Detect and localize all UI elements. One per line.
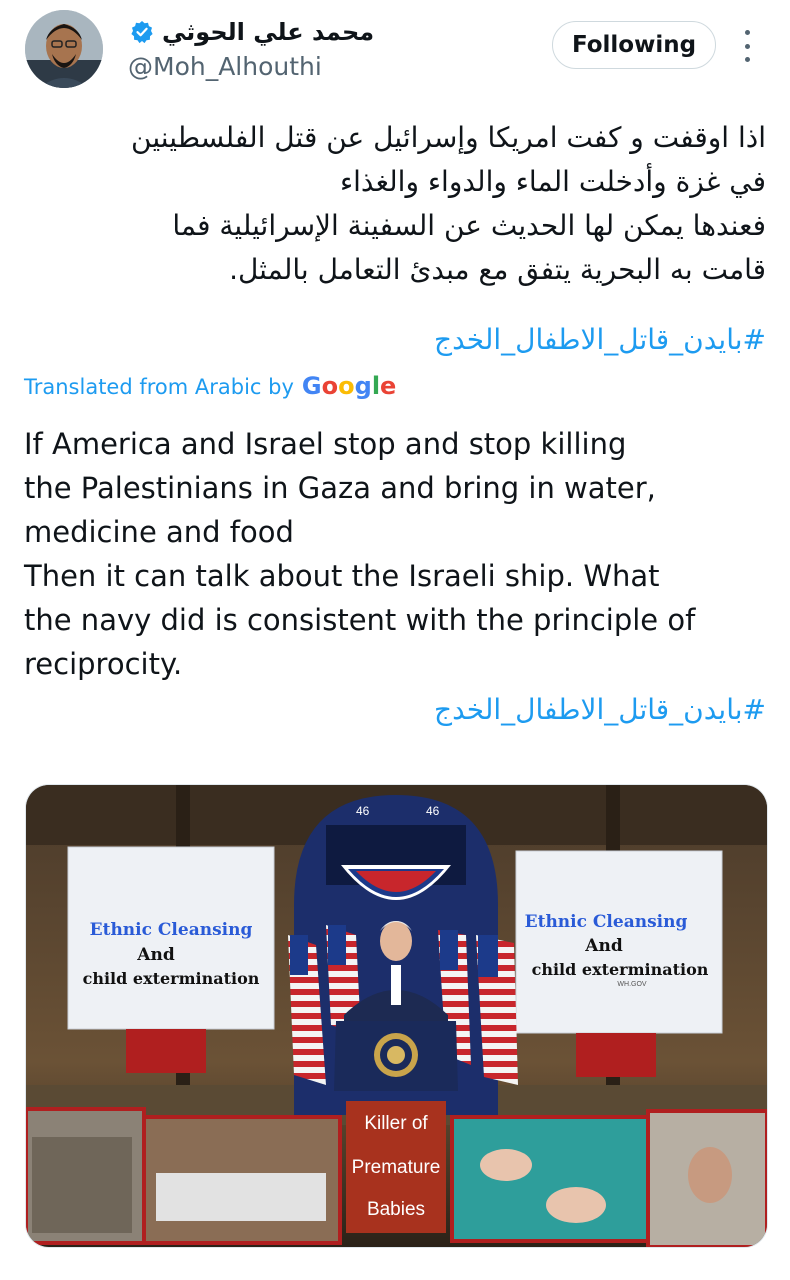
author-handle[interactable]: @Moh_Alhouthi	[128, 52, 322, 81]
english-hashtag-link[interactable]: #بايدن_قاتل_الاطفال_الخدج	[434, 693, 766, 726]
arabic-line: قامت به البحرية يتفق مع مبدئ التعامل بال…	[229, 253, 766, 286]
tweet-arabic-text: اذا اوقفت و كفت امريكا وإسرائيل عن قتل ا…	[24, 116, 766, 292]
arabic-line: في غزة وأدخلت الماء والدواء والغذاء	[339, 165, 766, 198]
translation-attribution: Translated from Arabic by Google	[24, 372, 396, 400]
author-display-name[interactable]: محمد علي الحوثي	[162, 18, 374, 46]
english-line: If America and Israel stop and stop kill…	[24, 427, 627, 461]
google-logo-letter: g	[354, 372, 372, 400]
google-logo-letter: e	[380, 372, 397, 400]
google-logo: Google	[302, 372, 396, 400]
english-line: reciprocity.	[24, 647, 183, 681]
media-composite-image: 46 46 Ethnic Cleansing And child extermi…	[26, 785, 767, 1247]
podium-caption-line-3: Babies	[367, 1199, 425, 1220]
english-line: the Palestinians in Gaza and bring in wa…	[24, 471, 656, 505]
left-sign-line-1: Ethnic Cleansing	[90, 920, 253, 940]
tweet-media-image[interactable]: 46 46 Ethnic Cleansing And child extermi…	[25, 784, 768, 1248]
loco-number-right: 46	[426, 804, 440, 818]
loco-number-left: 46	[356, 804, 370, 818]
google-logo-letter: o	[321, 372, 339, 400]
english-line: medicine and food	[24, 515, 294, 549]
google-logo-letter: l	[371, 372, 381, 400]
verified-badge-icon	[131, 21, 153, 44]
right-sign-small: WH.GOV	[617, 981, 646, 988]
arabic-line: اذا اوقفت و كفت امريكا وإسرائيل عن قتل ا…	[131, 121, 766, 154]
left-sign-line-3: child extermination	[83, 969, 260, 988]
arabic-line: فعندها يمكن لها الحديث عن السفينة الإسرا…	[172, 209, 766, 242]
podium-caption-line-2: Premature	[352, 1157, 441, 1178]
podium-caption-line-1: Killer of	[364, 1113, 428, 1134]
translated-label[interactable]: Translated from Arabic by	[24, 375, 294, 399]
left-sign-line-2: And	[136, 945, 175, 965]
right-sign-line-3: child extermination	[532, 960, 709, 979]
following-button[interactable]: Following	[552, 21, 716, 69]
more-vertical-icon[interactable]	[737, 30, 757, 62]
google-logo-letter: o	[338, 372, 355, 400]
right-sign-line-1: Ethnic Cleansing	[525, 912, 688, 932]
right-sign-line-2: And	[584, 936, 623, 956]
english-line: the navy did is consistent with the prin…	[24, 603, 696, 637]
arabic-hashtag-link[interactable]: #بايدن_قاتل_الاطفال_الخدج	[434, 323, 766, 356]
avatar-image	[25, 10, 103, 88]
english-line: Then it can talk about the Israeli ship.…	[24, 559, 660, 593]
author-name-row[interactable]: محمد علي الحوثي	[130, 18, 374, 46]
google-logo-letter: G	[301, 372, 322, 400]
tweet-english-text: If America and Israel stop and stop kill…	[24, 422, 766, 686]
avatar[interactable]	[25, 10, 103, 88]
